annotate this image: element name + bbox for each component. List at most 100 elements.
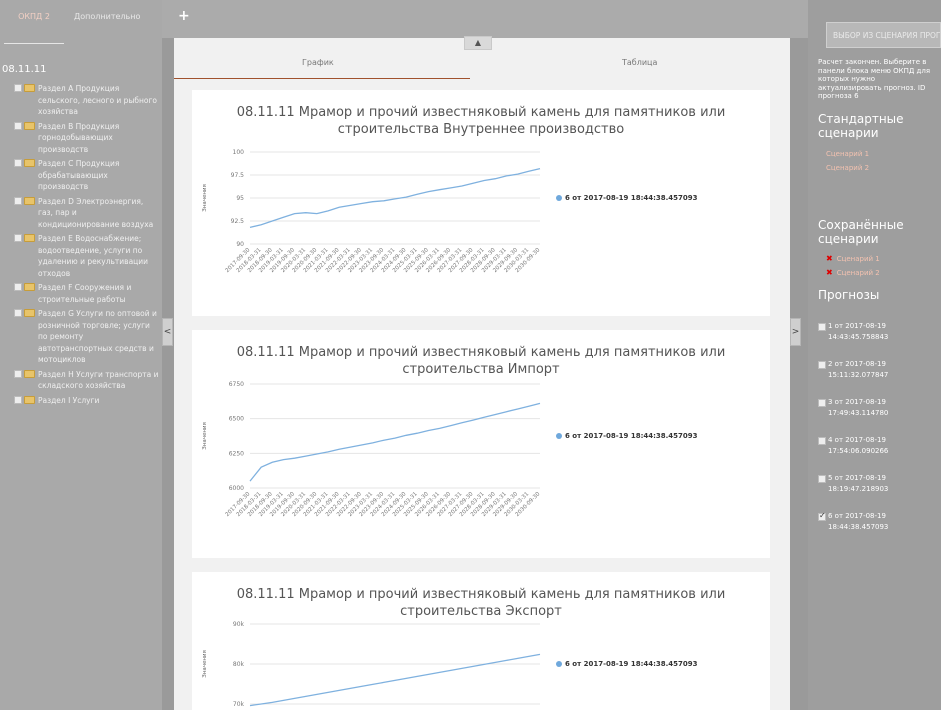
main-panel: ▲ График Таблица 08.11.11 Мрамор и прочи… — [174, 36, 790, 710]
folder-icon — [24, 369, 35, 378]
checkbox[interactable] — [14, 84, 22, 92]
chart-legend[interactable]: 6 от 2017-08-19 18:44:38.457093 — [556, 660, 698, 668]
forecast-name: 6 от 2017-08-19 — [828, 512, 886, 520]
tree-item[interactable]: Раздел H Услуги транспорта и складского … — [0, 367, 162, 393]
folder-icon — [24, 196, 35, 205]
tree-item[interactable]: Раздел F Сооружения и строительные работ… — [0, 280, 162, 306]
forecast-name: 4 от 2017-08-19 — [828, 436, 886, 444]
tree-item[interactable]: Раздел C Продукция обрабатывающих произв… — [0, 156, 162, 194]
series-line — [249, 653, 541, 707]
forecast-checkbox[interactable] — [818, 399, 826, 407]
y-tick-label: 90k — [233, 621, 245, 628]
tab-okpd[interactable]: ОКПД 2 — [4, 8, 64, 44]
category-tree: Раздел A Продукция сельского, лесного и … — [0, 81, 162, 407]
forecast-time: 18:44:38.457093 — [828, 523, 889, 531]
folder-icon — [24, 121, 35, 130]
forecast-time: 15:11:32.077847 — [828, 371, 889, 379]
collapse-right-handle[interactable]: > — [790, 318, 801, 346]
tree-item-label: Раздел I Услуги — [38, 395, 100, 405]
checkbox[interactable] — [14, 283, 22, 291]
tree-item-label: Раздел G Услуги по оптовой и розничной т… — [38, 309, 157, 364]
y-axis-label: Значения — [202, 650, 208, 678]
y-tick-label: 6750 — [229, 381, 244, 388]
saved-scenario-label: Сценарий 2 — [836, 269, 880, 277]
saved-scenario-2[interactable]: ✖ Сценарий 2 — [826, 268, 880, 277]
y-tick-label: 80k — [233, 661, 245, 668]
forecast-time: 17:54:06.090266 — [828, 447, 889, 455]
line-chart: 90k 80k 70k Значения — [202, 621, 541, 708]
forecast-checkbox[interactable] — [818, 361, 826, 369]
y-tick-label: 95 — [236, 195, 244, 202]
saved-scenario-label: Сценарий 1 — [836, 255, 880, 263]
forecast-time: 18:19:47.218903 — [828, 485, 889, 493]
forecast-checkbox[interactable] — [818, 511, 826, 521]
forecast-time: 17:49:43.114780 — [828, 409, 889, 417]
chart-card-domestic: 08.11.11 Мрамор и прочий известняковый к… — [192, 90, 770, 316]
add-icon[interactable]: + — [178, 8, 190, 24]
checkbox[interactable] — [14, 121, 22, 130]
chart-card-export: 08.11.11 Мрамор и прочий известняковый к… — [192, 572, 770, 710]
checkbox[interactable] — [14, 159, 22, 167]
forecasts-title: Прогнозы — [818, 288, 880, 302]
legend-marker — [556, 195, 562, 201]
y-tick-label: 6250 — [229, 450, 244, 457]
status-info: Расчет закончен. Выберите в панели блока… — [818, 58, 931, 100]
y-tick-label: 100 — [233, 149, 245, 156]
tree-item[interactable]: Раздел A Продукция сельского, лесного и … — [0, 81, 162, 119]
saved-scenarios-title: Сохранённые сценарии — [818, 218, 904, 246]
folder-icon — [24, 84, 35, 92]
tree-item-label: Раздел B Продукция горнодобывающих произ… — [38, 121, 120, 154]
forecast-name: 1 от 2017-08-19 — [828, 322, 886, 330]
tree-item[interactable]: Раздел G Услуги по оптовой и розничной т… — [0, 306, 162, 367]
y-tick-label: 97.5 — [231, 172, 245, 179]
collapse-left-handle[interactable]: < — [162, 318, 173, 346]
y-axis-label: Значения — [202, 184, 208, 212]
line-chart: 10097.59592.590Значения2017-09-302018-03… — [202, 149, 542, 274]
checkbox[interactable] — [14, 196, 22, 205]
tab-graph[interactable]: График — [302, 58, 334, 67]
delete-icon[interactable]: ✖ — [826, 254, 833, 263]
forecast-name: 3 от 2017-08-19 — [828, 398, 886, 406]
forecast-name: 2 от 2017-08-19 — [828, 360, 886, 368]
y-axis-label: Значения — [202, 422, 208, 450]
tree-item[interactable]: Раздел E Водоснабжение; водоотведение, у… — [0, 231, 162, 280]
checkbox[interactable] — [14, 395, 22, 404]
forecast-name: 5 от 2017-08-19 — [828, 474, 886, 482]
standard-scenarios-title: Стандартные сценарии — [818, 112, 904, 140]
standard-scenario-1[interactable]: Сценарий 1 — [826, 150, 869, 158]
legend-label: 6 от 2017-08-19 18:44:38.457093 — [565, 432, 698, 440]
folder-icon — [24, 234, 35, 242]
y-tick-label: 6000 — [229, 485, 244, 492]
tree-item[interactable]: Раздел I Услуги — [0, 393, 162, 408]
checkbox[interactable] — [14, 234, 22, 242]
tab-table[interactable]: Таблица — [622, 58, 657, 67]
chart-legend[interactable]: 6 от 2017-08-19 18:44:38.457093 — [556, 194, 698, 202]
saved-scenario-1[interactable]: ✖ Сценарий 1 — [826, 254, 880, 263]
tree-item-label: Раздел A Продукция сельского, лесного и … — [38, 84, 158, 116]
tree-item-label: Раздел F Сооружения и строительные работ… — [38, 283, 132, 304]
tree-item-label: Раздел H Услуги транспорта и складского … — [38, 369, 159, 391]
chart-card-import: 08.11.11 Мрамор и прочий известняковый к… — [192, 330, 770, 558]
top-toolbar: + — [162, 0, 808, 38]
forecast-checkbox[interactable] — [818, 475, 826, 483]
tree-item[interactable]: Раздел B Продукция горнодобывающих произ… — [0, 119, 162, 157]
line-chart: 6750650062506000Значения2017-09-302018-0… — [202, 381, 542, 518]
legend-marker — [556, 661, 562, 667]
left-sidebar: ОКПД 2 Дополнительно 08.11.11 Раздел A П… — [0, 0, 162, 710]
y-tick-label: 92.5 — [231, 218, 245, 225]
forecast-time: 14:43:45.758843 — [828, 333, 889, 341]
tab-additional[interactable]: Дополнительно — [64, 8, 150, 44]
tree-item[interactable]: Раздел D Электроэнергия, газ, пар и конд… — [0, 194, 162, 232]
folder-icon — [24, 159, 35, 167]
right-panel: ВЫБОР ИЗ СЦЕНАРИЯ ПРОГНОЗА Расчет законч… — [808, 0, 941, 710]
checkbox[interactable] — [14, 369, 22, 378]
delete-icon[interactable]: ✖ — [826, 268, 833, 277]
choose-scenario-button[interactable]: ВЫБОР ИЗ СЦЕНАРИЯ ПРОГНОЗА — [826, 22, 941, 48]
series-line — [249, 402, 541, 482]
forecast-checkbox[interactable] — [818, 323, 826, 331]
forecast-checkbox[interactable] — [818, 437, 826, 445]
chart-legend[interactable]: 6 от 2017-08-19 18:44:38.457093 — [556, 432, 698, 440]
tree-item-label: Раздел E Водоснабжение; водоотведение, у… — [38, 234, 149, 278]
checkbox[interactable] — [14, 309, 22, 317]
standard-scenario-2[interactable]: Сценарий 2 — [826, 164, 869, 172]
